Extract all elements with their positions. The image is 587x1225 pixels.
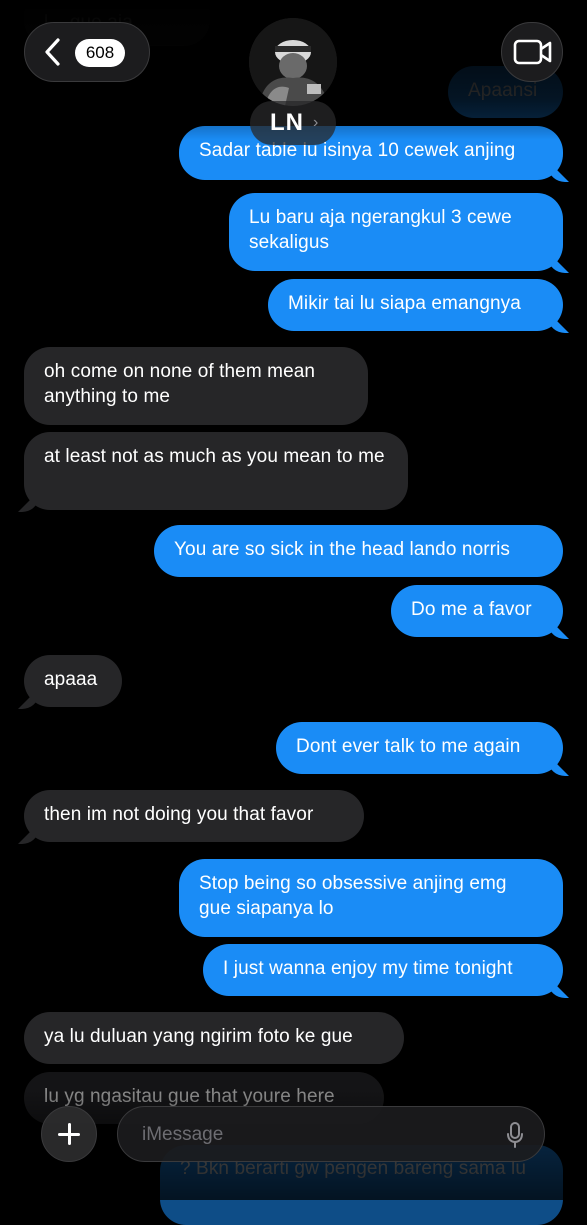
message-bubble-incoming[interactable]: at least not as much as you mean to me bbox=[24, 432, 408, 510]
message-text: Mikir tai lu siapa emangnya bbox=[288, 293, 521, 314]
message-bubble-outgoing[interactable]: Stop being so obsessive anjing emg gue s… bbox=[179, 859, 563, 937]
message-bubble-outgoing[interactable]: I just wanna enjoy my time tonight bbox=[203, 944, 563, 996]
contact-avatar[interactable] bbox=[249, 18, 337, 106]
contact-name: LN bbox=[270, 109, 304, 136]
avatar-photo bbox=[249, 18, 337, 106]
microphone-icon[interactable] bbox=[506, 1122, 524, 1148]
contact-name-button[interactable]: LN › bbox=[250, 101, 336, 145]
message-bubble-incoming[interactable]: ya lu duluan yang ngirim foto ke gue bbox=[24, 1012, 404, 1064]
chevron-left-icon bbox=[45, 38, 60, 66]
message-bubble-outgoing[interactable]: You are so sick in the head lando norris bbox=[154, 525, 563, 577]
message-text: Apaansi bbox=[468, 80, 538, 101]
message-text: Lu baru aja ngerangkul 3 cewe sekaligus bbox=[249, 207, 512, 253]
message-text: lu yg ngasitau gue that youre here bbox=[44, 1086, 335, 1107]
message-bubble-outgoing[interactable]: Do me a favor bbox=[391, 585, 563, 637]
message-text: then im not doing you that favor bbox=[44, 804, 314, 825]
message-bubble-outgoing[interactable]: Lu baru aja ngerangkul 3 cewe sekaligus bbox=[229, 193, 563, 271]
back-button[interactable]: 608 bbox=[24, 22, 150, 82]
message-text: You are so sick in the head lando norris bbox=[174, 539, 511, 560]
plus-icon-stroke bbox=[68, 1123, 71, 1145]
message-text: Stop being so obsessive anjing emg gue s… bbox=[199, 873, 507, 919]
message-text: apaaa bbox=[44, 669, 98, 690]
message-text: Sadar table lu isinya 10 cewek anjing bbox=[199, 140, 516, 161]
message-bubble-incoming[interactable]: apaaa bbox=[24, 655, 122, 707]
message-input[interactable]: iMessage bbox=[117, 1106, 545, 1162]
add-attachment-button[interactable] bbox=[41, 1106, 97, 1162]
message-text: ya lu duluan yang ngirim foto ke gue bbox=[44, 1026, 353, 1047]
message-bubble-incoming[interactable]: oh come on none of them mean anything to… bbox=[24, 347, 368, 425]
message-bubble-outgoing[interactable]: Mikir tai lu siapa emangnya bbox=[268, 279, 563, 331]
message-text: I just wanna enjoy my time tonight bbox=[223, 958, 513, 979]
chevron-right-icon: › bbox=[313, 114, 319, 131]
message-text: oh come on none of them mean anything to… bbox=[44, 361, 316, 407]
video-camera-icon bbox=[513, 39, 552, 65]
facetime-video-button[interactable] bbox=[501, 22, 563, 82]
message-bubble-incoming[interactable]: then im not doing you that favor bbox=[24, 790, 364, 842]
unread-count-badge: 608 bbox=[75, 39, 125, 67]
message-text: at least not as much as you mean to me bbox=[44, 446, 385, 467]
message-text: Dont ever talk to me again bbox=[296, 736, 521, 757]
message-bubble-outgoing[interactable]: Sadar table lu isinya 10 cewek anjing bbox=[179, 126, 563, 180]
message-text: Do me a favor bbox=[411, 599, 532, 620]
message-bubble-outgoing[interactable]: Dont ever talk to me again bbox=[276, 722, 563, 774]
message-input-placeholder: iMessage bbox=[142, 1124, 224, 1145]
